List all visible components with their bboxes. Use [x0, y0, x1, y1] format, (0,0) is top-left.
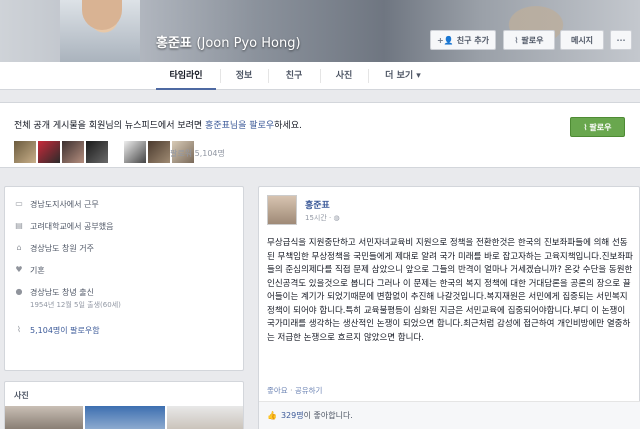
globe-icon: ◍ — [333, 214, 340, 222]
follow-link[interactable]: 홍준표님을 팔로우 — [205, 121, 274, 131]
add-friend-label: 친구 추가 — [456, 35, 489, 45]
follower-avatar[interactable] — [14, 141, 36, 163]
timeline-post: 홍준표 15시간 · ◍ 무상급식을 지원중단하고 서민자녀교육비 지원으로 정… — [258, 186, 640, 429]
photo-thumbnail[interactable] — [85, 406, 165, 429]
home-icon: ⌂ — [16, 243, 22, 252]
about-item-education: ▤ 고려대학교에서 공부했음 — [15, 221, 114, 231]
tab-divider — [268, 69, 269, 83]
likes-bar: 👍 329명이 좋아합니다. — [259, 401, 640, 429]
post-actions: 좋아요 · 공유하기 — [267, 386, 323, 395]
follower-thumbnails — [14, 141, 194, 163]
author-avatar[interactable] — [267, 195, 297, 225]
rss-icon: ⌇ — [583, 122, 588, 132]
thumbs-up-icon: 👍 — [267, 411, 277, 420]
tab-divider — [220, 69, 221, 83]
like-link[interactable]: 좋아요 — [267, 386, 288, 395]
follow-label: 팔로우 — [521, 35, 544, 45]
follow-prompt: 전체 공개 게시물을 회원님의 뉴스피드에서 보려면 홍준표님을 팔로우하세요. — [14, 121, 302, 131]
follow-header-button[interactable]: ⌇ 팔로우 — [503, 30, 555, 50]
about-card: ▭ 경남도지사에서 근무 ▤ 고려대학교에서 공부했음 ⌂ 경상남도 창원 거주… — [4, 186, 244, 371]
more-options-button[interactable]: ··· — [610, 30, 632, 50]
chevron-down-icon: ▾ — [416, 71, 421, 81]
heart-icon: ♥ — [15, 265, 23, 274]
follower-avatar[interactable] — [62, 141, 84, 163]
likes-summary: 👍 329명이 좋아합니다. — [267, 411, 353, 420]
about-item-relationship: ♥ 기혼 — [15, 265, 45, 275]
add-friend-icon: +👤 — [437, 35, 454, 45]
follow-button[interactable]: ⌇ 팔로우 — [570, 117, 625, 137]
more-icon: ··· — [616, 35, 626, 45]
post-author[interactable]: 홍준표 — [305, 198, 330, 211]
photo-thumbnail[interactable] — [167, 406, 243, 429]
school-icon: ▤ — [15, 221, 23, 230]
tab-about[interactable]: 정보 — [224, 62, 264, 90]
location-icon: ● — [15, 287, 23, 296]
followers-count[interactable]: 팔로워 5,104명 — [170, 148, 225, 159]
follow-banner: 전체 공개 게시물을 회원님의 뉴스피드에서 보려면 홍준표님을 팔로우하세요.… — [0, 102, 640, 168]
about-item-residence: ⌂ 경상남도 창원 거주 — [14, 243, 94, 254]
about-item-hometown: ● 경상남도 창녕 출신 1954년 12월 5일 출생(60세) — [15, 287, 121, 309]
tab-divider — [368, 69, 369, 83]
message-label: 메시지 — [570, 35, 594, 45]
about-item-work: ▭ 경남도지사에서 근무 — [15, 199, 99, 209]
rss-icon: ⌇ — [17, 325, 21, 334]
photos-title[interactable]: 사진 — [14, 390, 29, 401]
post-timestamp[interactable]: 15시간 · ◍ — [305, 213, 340, 223]
rss-icon: ⌇ — [514, 35, 519, 45]
follower-avatar[interactable] — [38, 141, 60, 163]
tab-friends[interactable]: 친구 — [272, 62, 316, 90]
follower-avatar[interactable] — [124, 141, 146, 163]
tab-timeline[interactable]: 타임라인 — [156, 62, 216, 90]
share-link[interactable]: 공유하기 — [295, 386, 323, 395]
tab-divider — [320, 69, 321, 83]
follower-avatar[interactable] — [86, 141, 108, 163]
profile-name[interactable]: 홍준표 (Joon Pyo Hong) — [156, 32, 301, 51]
follower-avatar[interactable] — [148, 141, 170, 163]
tab-photos[interactable]: 사진 — [324, 62, 364, 90]
photo-thumbnail[interactable] — [5, 406, 83, 429]
message-button[interactable]: 메시지 — [560, 30, 604, 50]
briefcase-icon: ▭ — [15, 199, 23, 208]
photos-card: 사진 — [4, 381, 244, 429]
tab-more[interactable]: 더 보기 ▾ — [372, 62, 434, 90]
profile-nav: 타임라인 정보 친구 사진 더 보기 ▾ — [0, 62, 640, 90]
add-friend-button[interactable]: +👤 친구 추가 — [430, 30, 496, 50]
likes-count[interactable]: 329명 — [281, 411, 304, 420]
about-item-followers: ⌇ 5,104명이 팔로우함 — [14, 325, 100, 336]
post-body: 무상급식을 지원중단하고 서민자녀교육비 지원으로 정책을 전환한것은 한국의 … — [267, 238, 633, 343]
